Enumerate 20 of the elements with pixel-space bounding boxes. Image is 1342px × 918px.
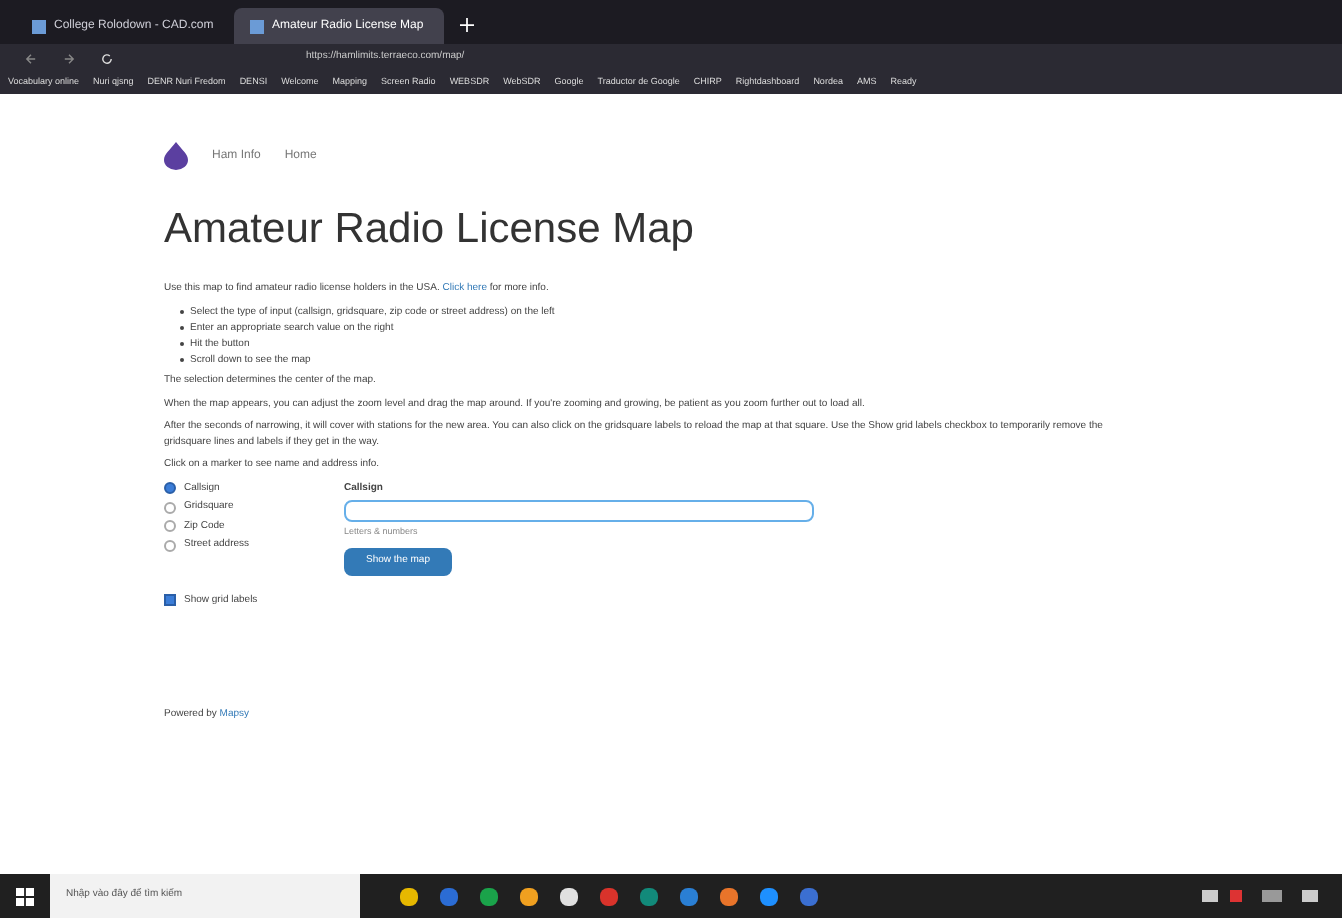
windows-start-icon[interactable]	[16, 887, 34, 905]
taskbar-app-icon[interactable]	[480, 887, 498, 905]
radio-button[interactable]	[164, 482, 176, 495]
callsign-field[interactable]	[344, 500, 814, 522]
new-tab-icon[interactable]	[460, 18, 474, 32]
reload-icon[interactable]	[100, 51, 114, 65]
forward-icon[interactable]	[62, 51, 76, 65]
checkbox[interactable]	[164, 594, 176, 607]
back-icon[interactable]	[24, 51, 38, 65]
radio-button[interactable]	[164, 539, 176, 552]
page-title: Amateur Radio License Map	[164, 204, 696, 256]
taskbar-app-icon[interactable]	[560, 887, 578, 905]
taskbar-app-icon[interactable]	[760, 887, 778, 905]
taskbar-app-icon[interactable]	[520, 887, 538, 905]
radio-button[interactable]	[164, 520, 176, 533]
logo-icon[interactable]	[164, 142, 188, 170]
taskbar-app-icon[interactable]	[400, 887, 418, 905]
taskbar-app-icon[interactable]	[720, 887, 738, 905]
system-tray-icon[interactable]	[1202, 888, 1322, 904]
radio-button[interactable]	[164, 501, 176, 514]
